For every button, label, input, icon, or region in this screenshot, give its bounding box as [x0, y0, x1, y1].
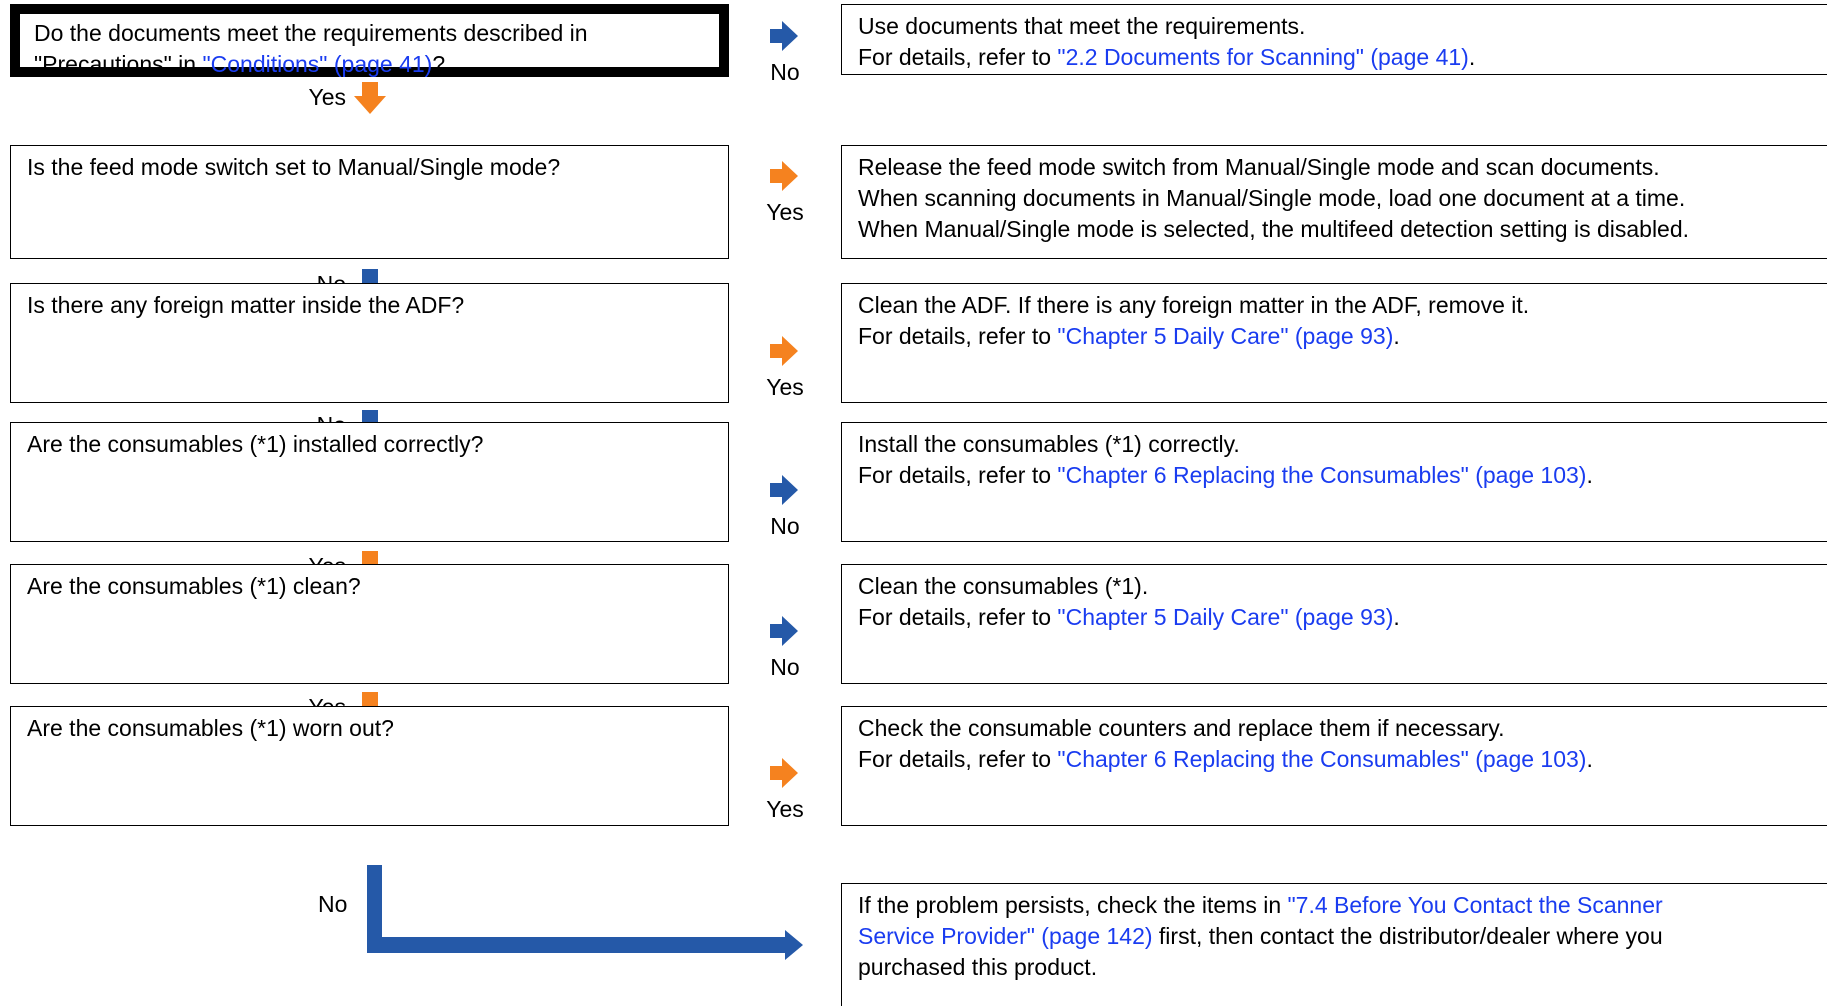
text-line: Service Provider" (page 142) first, then… — [858, 921, 1827, 952]
text-line: purchased this product. — [858, 952, 1827, 983]
text-segment: purchased this product. — [858, 954, 1098, 980]
text-segment: first, then contact the distributor/deal… — [1152, 923, 1663, 949]
final-branch-arrow-icon — [367, 865, 803, 960]
text-line: If the problem persists, check the items… — [858, 890, 1827, 921]
branch-label: No — [318, 891, 348, 917]
final-answer-box: If the problem persists, check the items… — [841, 883, 1827, 1006]
text-segment: If the problem persists, check the items… — [858, 892, 1288, 918]
cross-reference-link[interactable]: "7.4 Before You Contact the Scanner — [1288, 892, 1663, 918]
cross-reference-link[interactable]: Service Provider" (page 142) — [858, 923, 1153, 949]
